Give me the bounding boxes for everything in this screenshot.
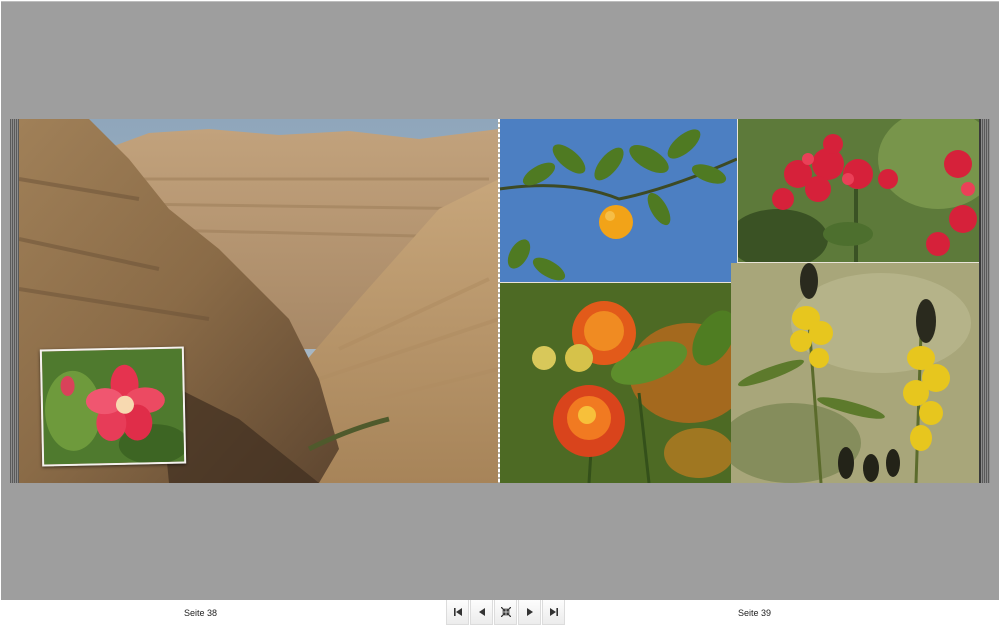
- lantana-photo[interactable]: [499, 283, 747, 483]
- fit-view-icon: [500, 607, 511, 617]
- desert-rose-photo[interactable]: [39, 346, 187, 467]
- right-page-edges: [981, 119, 990, 483]
- page-fold-line: [498, 119, 500, 483]
- orange-branch-photo[interactable]: [499, 119, 737, 282]
- fit-view-button[interactable]: [494, 600, 517, 625]
- album-page-left[interactable]: [19, 119, 499, 483]
- navigation-controls: [446, 600, 566, 626]
- photo-album-spread: [10, 119, 990, 483]
- left-page-number: Seite 38: [184, 608, 218, 618]
- page-navigation-bar: Seite 38 Seite 39: [0, 600, 1000, 626]
- album-viewer: [1, 1, 999, 600]
- next-page-button[interactable]: [518, 600, 541, 625]
- last-page-button[interactable]: [542, 600, 565, 625]
- red-blossoms-photo[interactable]: [738, 119, 979, 262]
- next-page-icon: [526, 608, 533, 616]
- last-page-icon: [549, 608, 558, 616]
- left-page-edges: [10, 119, 19, 483]
- first-page-icon: [453, 608, 462, 616]
- previous-page-icon: [478, 608, 485, 616]
- yellow-cassia-photo[interactable]: [731, 263, 979, 483]
- first-page-button[interactable]: [446, 600, 469, 625]
- right-page-number: Seite 39: [738, 608, 772, 618]
- album-page-right[interactable]: [499, 119, 979, 483]
- previous-page-button[interactable]: [470, 600, 493, 625]
